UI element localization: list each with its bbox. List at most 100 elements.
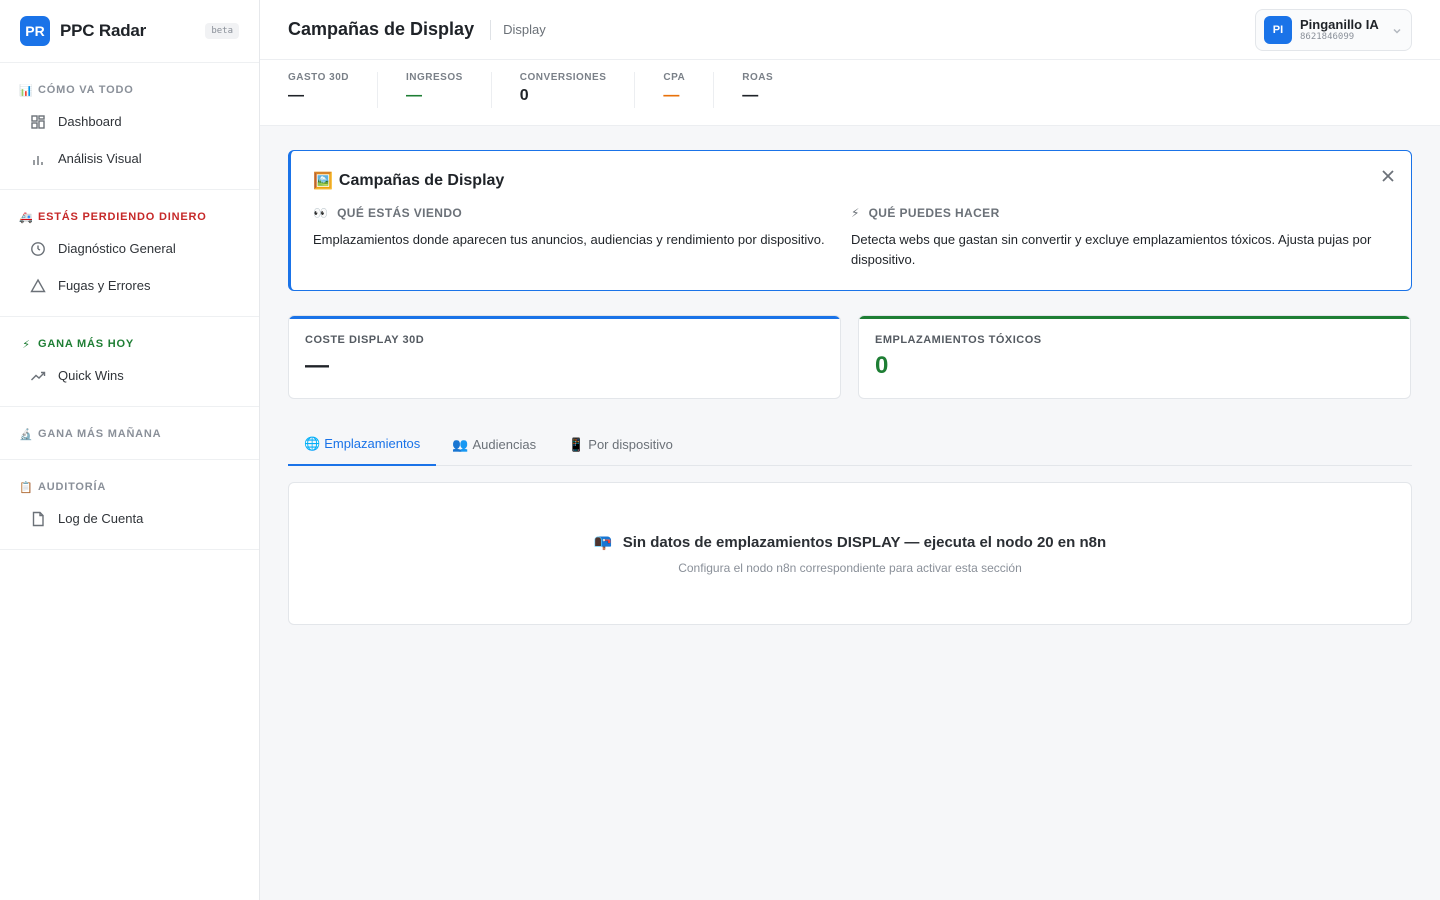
page-title: Campañas de Display (288, 19, 475, 39)
picture-emoji-icon: 🖼️ (313, 173, 333, 190)
chart-emoji-icon: 📊 (19, 84, 34, 97)
nav-heading-label: GANA MÁS MAÑANA (38, 428, 162, 440)
sidebar-item-log-de-cuenta[interactable]: Log de Cuenta (0, 500, 259, 537)
nav-heading-label: GANA MÁS HOY (38, 338, 134, 350)
empty-state-title: 📭 Sin datos de emplazamientos DISPLAY — … (594, 533, 1106, 551)
stat-card-emplazamientos-toxicos: EMPLAZAMIENTOS TÓXICOS 0 (858, 315, 1411, 399)
nav-heading-label: AUDITORÍA (38, 481, 107, 493)
nav-heading: 📋 AUDITORÍA (0, 474, 259, 500)
sidebar-item-label: Log de Cuenta (58, 511, 144, 526)
kpi-bar: GASTO 30D — INGRESOS — CONVERSIONES 0 CP… (260, 60, 1440, 126)
sidebar-item-label: Análisis Visual (58, 151, 142, 166)
avatar: PI (1264, 15, 1292, 44)
sidebar-item-analisis-visual[interactable]: Análisis Visual (0, 140, 259, 177)
tab-label: Audiencias (472, 437, 537, 452)
brand-name: PPC Radar (60, 21, 147, 40)
account-id: 8621846099 (1300, 31, 1355, 42)
nav-heading: 🔬 GANA MÁS MAÑANA (0, 421, 259, 447)
account-info: Pinganillo IA 8621846099 (1300, 18, 1379, 42)
kpi-gasto: GASTO 30D — (288, 72, 378, 108)
banner-title: 🖼️ Campañas de Display (313, 171, 1389, 191)
beta-badge: beta (205, 23, 239, 39)
sidebar-item-diagnostico-general[interactable]: Diagnóstico General (0, 230, 259, 267)
kpi-value: — (663, 87, 680, 104)
kpi-label: CPA (663, 72, 686, 83)
top-header: Campañas de Display Display PI Pinganill… (260, 0, 1440, 60)
nav-heading-label: ESTÁS PERDIENDO DINERO (38, 211, 207, 223)
empty-state: 📭 Sin datos de emplazamientos DISPLAY — … (288, 482, 1412, 625)
clock-icon (30, 241, 46, 257)
banner-title-text: Campañas de Display (338, 172, 505, 189)
nav-section-gana-hoy: ⚡ GANA MÁS HOY Quick Wins (0, 317, 259, 407)
stat-label: COSTE DISPLAY 30D (305, 334, 425, 346)
grid-icon (30, 114, 46, 130)
sidebar-item-fugas-errores[interactable]: Fugas y Errores (0, 267, 259, 304)
kpi-cpa: CPA — (663, 72, 715, 108)
stat-value: — (305, 352, 329, 379)
sidebar-item-quick-wins[interactable]: Quick Wins (0, 357, 259, 394)
brand[interactable]: PR PPC Radar beta (0, 0, 259, 63)
warning-icon (30, 278, 46, 294)
banner-col-heading-text: QUÉ PUEDES HACER (868, 206, 1000, 220)
empty-state-title-text: Sin datos de emplazamientos DISPLAY — ej… (622, 533, 1107, 551)
tab-label: Emplazamientos (324, 436, 421, 451)
nav-section-como-va-todo: 📊 CÓMO VA TODO Dashboard Análisis Visual (0, 63, 259, 190)
nav-section-gana-manana: 🔬 GANA MÁS MAÑANA (0, 407, 259, 460)
lightning-emoji-icon: ⚡ (851, 206, 860, 220)
sidebar-item-dashboard[interactable]: Dashboard (0, 103, 259, 140)
banner-col-actions: ⚡ QUÉ PUEDES HACER Detecta webs que gast… (851, 206, 1389, 270)
people-emoji-icon: 👥 (452, 436, 469, 452)
tab-bar: 🌐 Emplazamientos 👥 Audiencias 📱 Por disp… (288, 423, 1412, 466)
stat-card-coste-display: COSTE DISPLAY 30D — (288, 315, 841, 399)
kpi-conversiones: CONVERSIONES 0 (520, 72, 636, 108)
sidebar-item-label: Dashboard (58, 114, 122, 129)
stat-label: EMPLAZAMIENTOS TÓXICOS (875, 334, 1042, 346)
ambulance-emoji-icon: 🚑 (19, 211, 34, 224)
banner-col-heading: ⚡ QUÉ PUEDES HACER (851, 206, 1389, 220)
microscope-emoji-icon: 🔬 (19, 428, 34, 441)
kpi-value: — (406, 87, 422, 104)
chevron-down-icon (1391, 24, 1403, 36)
kpi-label: CONVERSIONES (519, 72, 607, 83)
kpi-roas: ROAS — (742, 72, 801, 108)
sidebar-item-label: Quick Wins (58, 368, 124, 383)
empty-state-subtitle: Configura el nodo n8n correspondiente pa… (678, 560, 1022, 575)
breadcrumb: Display (490, 19, 546, 40)
kpi-value: 0 (519, 87, 529, 104)
tab-audiencias[interactable]: 👥 Audiencias (436, 423, 552, 466)
kpi-label: INGRESOS (406, 72, 463, 83)
globe-emoji-icon: 🌐 (304, 435, 321, 451)
bar-chart-icon (30, 151, 46, 167)
sidebar: PR PPC Radar beta 📊 CÓMO VA TODO Dashboa… (0, 0, 260, 900)
kpi-value: — (288, 87, 304, 104)
clipboard-emoji-icon: 📋 (19, 481, 34, 494)
account-name: Pinganillo IA (1300, 16, 1379, 32)
account-selector[interactable]: PI Pinganillo IA 8621846099 (1255, 8, 1412, 51)
nav-heading: 📊 CÓMO VA TODO (0, 77, 259, 103)
nav-heading: ⚡ GANA MÁS HOY (0, 331, 259, 357)
tab-por-dispositivo[interactable]: 📱 Por dispositivo (552, 423, 689, 466)
kpi-ingresos: INGRESOS — (406, 72, 492, 108)
sidebar-item-label: Fugas y Errores (58, 278, 151, 293)
document-icon (30, 511, 46, 527)
lightning-emoji-icon: ⚡ (22, 338, 31, 351)
phone-emoji-icon: 📱 (568, 436, 585, 452)
tab-emplazamientos[interactable]: 🌐 Emplazamientos (288, 423, 437, 466)
eyes-emoji-icon: 👀 (313, 206, 329, 220)
nav-section-perdiendo-dinero: 🚑 ESTÁS PERDIENDO DINERO Diagnóstico Gen… (0, 190, 259, 317)
nav-section-auditoria: 📋 AUDITORÍA Log de Cuenta (0, 460, 259, 550)
kpi-label: ROAS (742, 72, 774, 83)
nav-heading: 🚑 ESTÁS PERDIENDO DINERO (0, 204, 259, 230)
banner-col-heading: 👀 QUÉ ESTÁS VIENDO (313, 206, 851, 220)
banner-col-viewing: 👀 QUÉ ESTÁS VIENDO Emplazamientos donde … (313, 206, 851, 270)
info-banner: 🖼️ Campañas de Display 👀 QUÉ ESTÁS VIEND… (288, 150, 1412, 291)
brand-logo: PR (20, 16, 50, 46)
mailbox-emoji-icon: 📭 (593, 533, 613, 551)
banner-col-text: Detecta webs que gastan sin convertir y … (851, 232, 1372, 267)
banner-col-text: Emplazamientos donde aparecen tus anunci… (313, 232, 825, 247)
trend-up-icon (30, 368, 46, 384)
close-icon[interactable] (1381, 169, 1395, 183)
tab-label: Por dispositivo (588, 437, 673, 452)
nav-heading-label: CÓMO VA TODO (38, 84, 134, 96)
kpi-label: GASTO 30D (288, 72, 349, 83)
